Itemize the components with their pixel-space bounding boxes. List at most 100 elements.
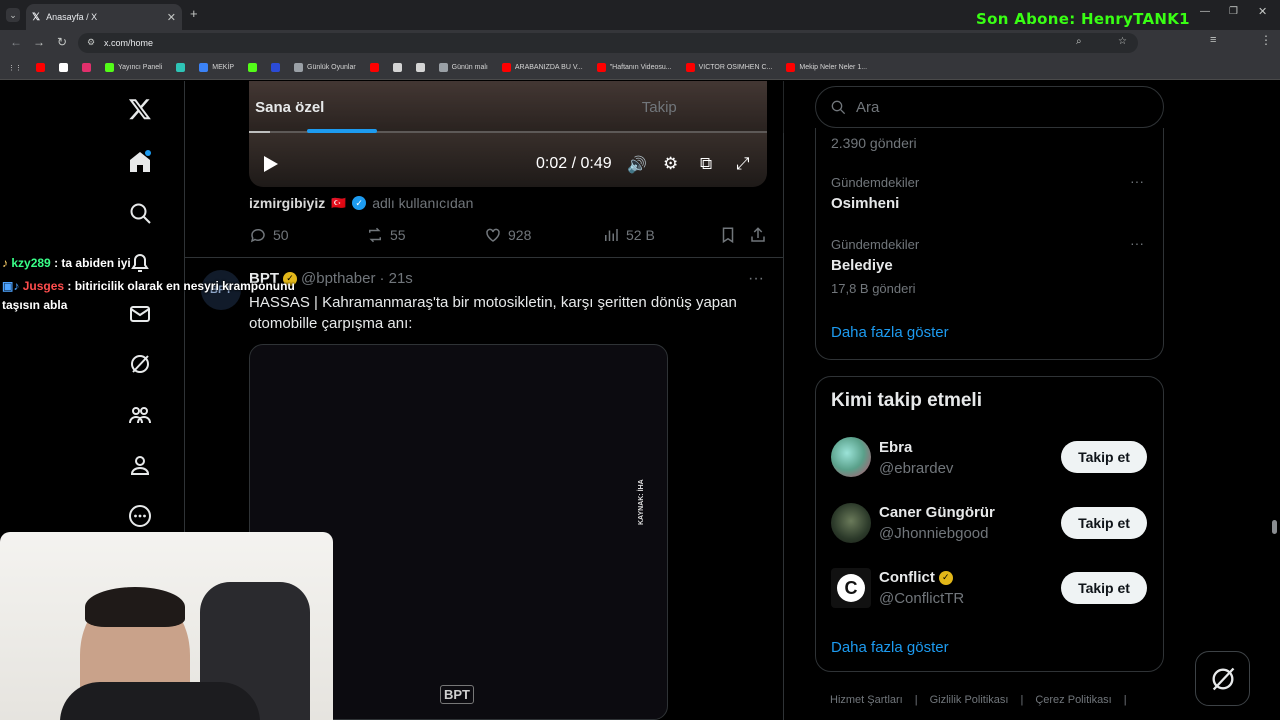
footer-privacy-link[interactable]: Gizlilik Politikası: [930, 694, 1009, 706]
avatar[interactable]: [831, 437, 871, 477]
trend-category: Gündemdekiler: [831, 237, 920, 252]
tab-following-label: Takip: [641, 98, 677, 116]
repost-button[interactable]: 55: [366, 226, 406, 244]
bookmark-star-icon[interactable]: ☆: [1118, 36, 1127, 47]
forward-icon[interactable]: →: [33, 35, 45, 49]
chat-text: : ta abiden iyi: [54, 256, 131, 270]
bookmark-item[interactable]: [176, 63, 186, 72]
grok-floating-button[interactable]: [1195, 651, 1250, 706]
suggested-user-handle[interactable]: @ebrardev: [879, 460, 953, 477]
trends-show-more-link[interactable]: Daha fazla göster: [831, 324, 949, 341]
apps-grid-icon[interactable]: ⋮⋮: [8, 64, 22, 72]
restore-icon[interactable]: ❐: [1229, 6, 1238, 17]
attribution-author[interactable]: izmirgibiyiz: [249, 195, 325, 211]
more-options-icon[interactable]: [126, 502, 154, 530]
profile-icon[interactable]: [126, 451, 154, 479]
back-icon[interactable]: ←: [10, 35, 22, 49]
post-more-icon[interactable]: ···: [748, 270, 764, 288]
fullscreen-icon[interactable]: ⤢: [736, 154, 750, 174]
bookmark-item[interactable]: VICTOR OSIMHEN C...: [685, 63, 772, 72]
tab-following[interactable]: Takip: [485, 81, 785, 133]
follow-button[interactable]: Takip et: [1061, 441, 1147, 473]
bookmark-item[interactable]: [392, 63, 402, 72]
bookmark-favicon-icon: [176, 63, 186, 72]
webcam-overlay: [0, 532, 333, 720]
suggested-user-handle[interactable]: @ConflictTR: [879, 590, 964, 607]
bookmark-item[interactable]: MEKİP: [199, 63, 234, 72]
tab-for-you[interactable]: Sana özel: [185, 81, 485, 133]
explore-search-icon[interactable]: [126, 199, 154, 227]
search-input[interactable]: [856, 98, 1136, 116]
trend-item[interactable]: Gündemdekiler Osimheni ···: [816, 168, 1163, 224]
minimize-icon[interactable]: —: [1200, 6, 1210, 17]
share-icon[interactable]: [749, 226, 767, 249]
bookmark-item[interactable]: [271, 63, 281, 72]
menu-list-icon[interactable]: ≡: [1210, 34, 1216, 46]
suggested-user-name[interactable]: Ebra: [879, 439, 912, 456]
chat-badge-icon: ▣♪: [2, 279, 20, 293]
chat-badge-icon: ♪: [2, 256, 8, 270]
follow-button[interactable]: Takip et: [1061, 507, 1147, 539]
grok-icon[interactable]: [126, 350, 154, 378]
communities-icon[interactable]: [126, 401, 154, 429]
browser-tab[interactable]: 𝕏 Anasayfa / X ✕: [26, 4, 182, 30]
x-logo-icon[interactable]: [126, 95, 154, 123]
picture-in-picture-icon[interactable]: ⧉: [700, 154, 712, 174]
bookmark-item[interactable]: [248, 63, 258, 72]
reply-button[interactable]: 50: [249, 226, 289, 244]
suggested-user-name[interactable]: Conflict: [879, 569, 935, 586]
play-icon[interactable]: [263, 155, 279, 178]
post-time[interactable]: · 21s: [379, 270, 412, 287]
volume-icon[interactable]: 🔊: [627, 155, 647, 175]
reply-count: 50: [273, 227, 289, 243]
bookmark-item[interactable]: Yayıncı Paneli: [105, 63, 162, 72]
footer-cookie-link[interactable]: Çerez Politikası: [1035, 694, 1111, 706]
follow-show-more-link[interactable]: Daha fazla göster: [831, 639, 949, 656]
bookmark-item[interactable]: [415, 63, 425, 72]
url-text: x.com/home: [104, 38, 154, 48]
bookmark-item[interactable]: "Haftanın Videosu...: [596, 63, 672, 72]
browser-menu-icon[interactable]: ⋮: [1260, 33, 1272, 47]
bookmark-favicon-icon: [199, 63, 209, 72]
like-button[interactable]: 928: [484, 226, 531, 244]
trend-more-icon[interactable]: ···: [1130, 173, 1144, 189]
bookmark-icon[interactable]: [719, 226, 737, 249]
like-heart-icon: [486, 228, 500, 242]
chat-user: Jusges: [22, 279, 65, 293]
post-handle[interactable]: @bpthaber: [301, 270, 375, 287]
suggested-user-handle[interactable]: @Jhonniebgood: [879, 525, 988, 542]
bookmark-item[interactable]: [82, 63, 91, 72]
bookmark-item[interactable]: Günlük Oyunlar: [294, 63, 356, 72]
avatar[interactable]: C: [831, 568, 871, 608]
home-icon[interactable]: [126, 148, 154, 176]
close-tab-icon[interactable]: ✕: [167, 11, 176, 24]
page-scrollbar-thumb[interactable]: [1272, 520, 1277, 534]
bookmark-item[interactable]: Günün malı: [438, 63, 488, 72]
footer-terms-link[interactable]: Hizmet Şartları: [830, 694, 903, 706]
trend-count: 17,8 B gönderi: [831, 281, 916, 296]
bookmark-label: Günün malı: [451, 64, 488, 71]
avatar[interactable]: [831, 503, 871, 543]
conflict-logo-icon: C: [837, 574, 865, 602]
views-button[interactable]: 52 B: [602, 226, 655, 244]
new-tab-icon[interactable]: +: [190, 6, 198, 21]
suggested-user-name[interactable]: Caner Güngörür: [879, 504, 995, 521]
bookmark-item[interactable]: [369, 63, 379, 72]
address-bar[interactable]: ⚙ x.com/home ⌕ ☆: [78, 33, 1138, 53]
bookmark-item[interactable]: [36, 63, 45, 72]
search-box[interactable]: [815, 86, 1164, 128]
bookmark-item[interactable]: [59, 63, 68, 72]
reload-icon[interactable]: ↻: [57, 35, 67, 49]
bookmark-favicon-icon: [685, 63, 695, 72]
follow-button[interactable]: Takip et: [1061, 572, 1147, 604]
close-window-icon[interactable]: ✕: [1258, 5, 1267, 18]
bookmark-item[interactable]: ARABANIZDA BU V...: [501, 63, 583, 72]
trend-item[interactable]: Gündemdekiler Belediye 17,8 B gönderi ··…: [816, 230, 1163, 302]
bookmark-favicon-icon: [271, 63, 281, 72]
site-info-icon[interactable]: ⚙: [87, 37, 95, 48]
trend-more-icon[interactable]: ···: [1130, 235, 1144, 251]
zoom-icon[interactable]: ⌕: [1076, 36, 1082, 47]
tab-search-icon[interactable]: ⌄: [6, 8, 20, 22]
bookmark-item[interactable]: Mekip Neler Neler 1...: [786, 63, 867, 72]
settings-gear-icon[interactable]: ⚙: [663, 154, 678, 174]
